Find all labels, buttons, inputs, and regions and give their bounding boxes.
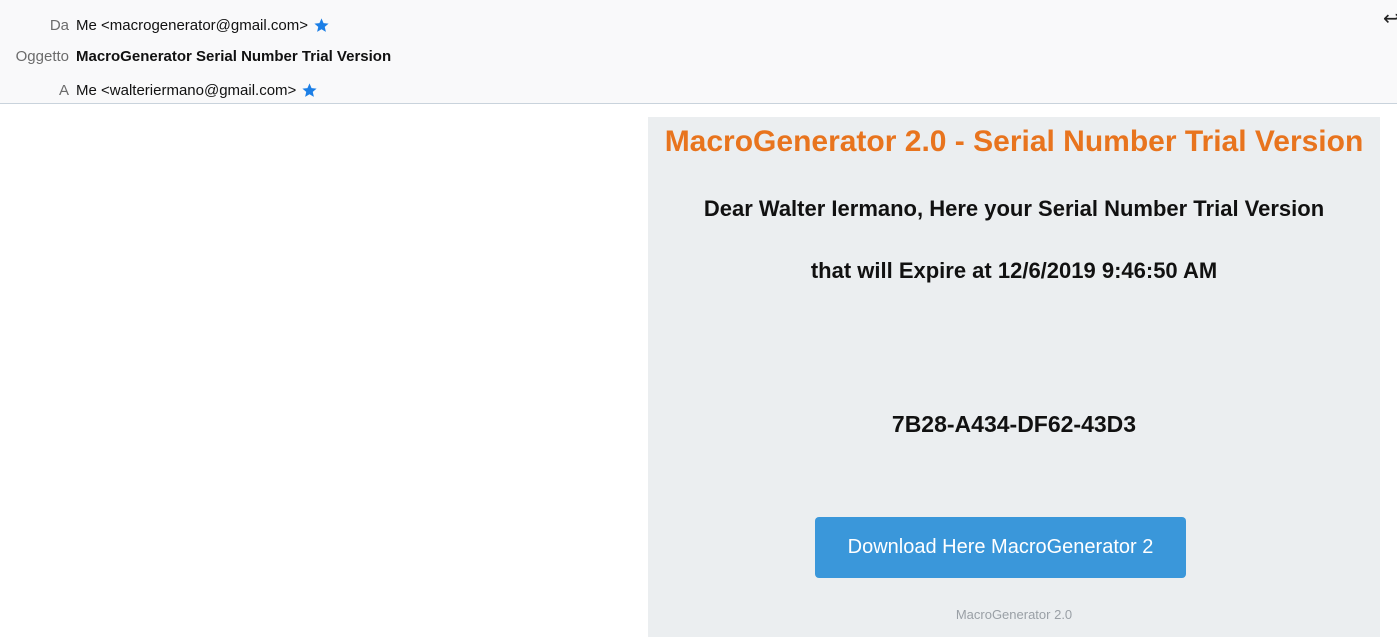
email-body-card: MacroGenerator 2.0 - Serial Number Trial… [648,117,1380,637]
download-button[interactable]: Download Here MacroGenerator 2 [815,517,1186,578]
greeting-text: Dear Walter Iermano, Here your Serial Nu… [703,196,1325,221]
from-row: Da Me <macrogenerator@gmail.com> [0,14,330,36]
to-address[interactable]: Me <walteriermano@gmail.com> [76,82,296,99]
to-label: A [58,81,69,99]
from-address[interactable]: Me <macrogenerator@gmail.com> [76,17,308,34]
star-icon[interactable] [301,82,318,99]
to-row: A Me <walteriermano@gmail.com> [0,79,318,101]
subject-text: MacroGenerator Serial Number Trial Versi… [76,47,392,65]
message-header: Da Me <macrogenerator@gmail.com> Oggetto… [0,0,1397,104]
reply-icon[interactable]: ↩ [1383,8,1397,30]
star-icon[interactable] [313,17,330,34]
from-label: Da [49,16,69,34]
email-title: MacroGenerator 2.0 - Serial Number Trial… [664,125,1364,158]
expiry-text: that will Expire at 12/6/2019 9:46:50 AM [810,258,1218,283]
footer-text: MacroGenerator 2.0 [955,607,1073,622]
subject-label: Oggetto [15,47,69,65]
serial-number: 7B28-A434-DF62-43D3 [891,411,1137,437]
subject-row: Oggetto MacroGenerator Serial Number Tri… [0,45,392,67]
